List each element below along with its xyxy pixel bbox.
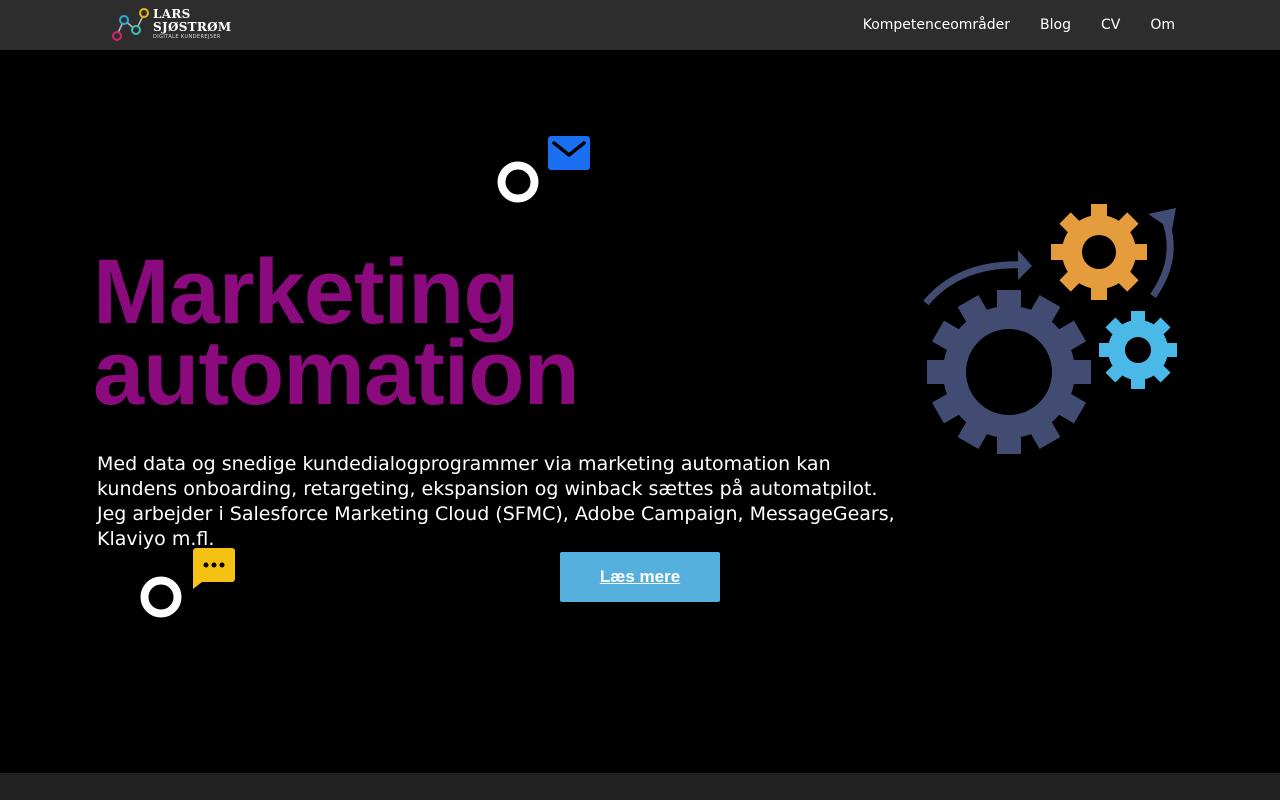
hero-description: Med data og snedige kundedialogprogramme… [97,453,895,550]
large-gear-icon [927,290,1091,454]
blue-gear-icon [1099,311,1177,389]
logo-tagline: DIGITALE KUNDEREJSER [153,34,221,40]
chat-bubble-icon [140,548,235,618]
hero-title: Marketing automation [93,241,580,424]
nav-item-blog[interactable]: Blog [1040,17,1071,33]
top-navigation-bar: LARS SJØSTRØM DIGITALE KUNDEREJSER Kompe… [0,0,1280,50]
hero-title-line2: automation [93,322,580,424]
nav-item-om[interactable]: Om [1150,17,1175,33]
logo-name-line2: SJØSTRØM [153,20,232,34]
logo-name-line1: LARS [153,7,191,21]
logo-text: LARS SJØSTRØM DIGITALE KUNDEREJSER [153,8,232,40]
main-nav: Kompetenceområder Blog CV Om [833,0,1175,50]
mail-icon [497,136,590,203]
gears-illustration [923,204,1177,454]
footer-strip [0,773,1280,800]
read-more-button[interactable]: Læs mere [560,552,720,602]
nav-item-kompetenceomraader[interactable]: Kompetenceområder [863,17,1010,33]
nav-item-cv[interactable]: CV [1101,17,1120,33]
orange-gear-icon [1051,204,1147,300]
site-logo[interactable]: LARS SJØSTRØM DIGITALE KUNDEREJSER [110,7,232,43]
logo-network-icon [112,8,149,41]
hero-title-line1: Marketing [93,241,520,343]
